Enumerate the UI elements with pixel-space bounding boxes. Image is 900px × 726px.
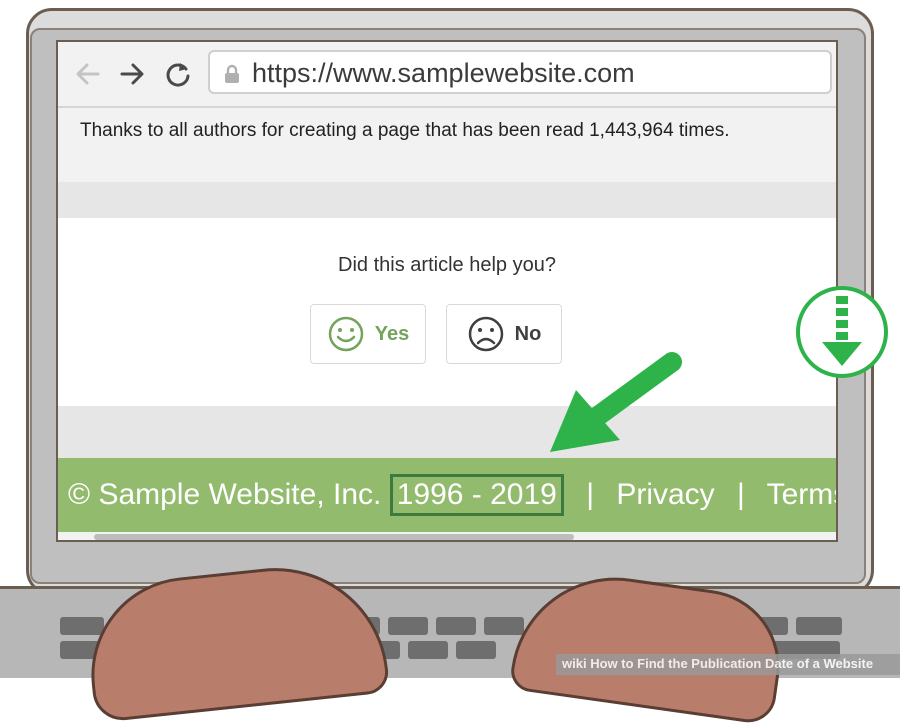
- address-bar[interactable]: https://www.samplewebsite.com: [208, 50, 832, 94]
- back-button[interactable]: [70, 56, 106, 92]
- reload-icon: [166, 63, 190, 87]
- yes-label: Yes: [374, 322, 410, 345]
- footer-separator: |: [586, 478, 594, 511]
- smiley-icon: [328, 316, 363, 352]
- keyboard-key: [408, 641, 448, 659]
- keyboard-key: [796, 617, 842, 635]
- scroll-down-icon: [796, 286, 888, 378]
- caption-text: wiki How to Find the Publication Date of…: [562, 656, 873, 671]
- url-text[interactable]: https://www.samplewebsite.com: [252, 58, 635, 88]
- forward-button[interactable]: [114, 56, 150, 92]
- feedback-question: Did this article help you?: [338, 254, 556, 276]
- keyboard-key: [388, 617, 428, 635]
- caption-brand: wiki: [562, 656, 587, 671]
- keyboard-key: [456, 641, 496, 659]
- caption-title: How to Find the Publication Date of a We…: [590, 656, 874, 671]
- footer-separator: |: [737, 478, 745, 511]
- caption-bar: wiki How to Find the Publication Date of…: [556, 654, 900, 675]
- back-arrow-icon: [76, 63, 100, 85]
- keyboard-key: [436, 617, 476, 635]
- scrollbar-thumb[interactable]: [94, 534, 574, 540]
- footer-line: © Sample Website, Inc. 1996 - 2019 | Pri…: [68, 474, 836, 516]
- browser-window: https://www.samplewebsite.com Thanks to …: [56, 40, 838, 542]
- footer-copyright: © Sample Website, Inc.: [68, 478, 382, 511]
- no-button[interactable]: No: [446, 304, 562, 364]
- browser-toolbar: https://www.samplewebsite.com: [58, 42, 836, 108]
- pointer-arrow-icon: [550, 352, 682, 452]
- no-label: No: [514, 322, 542, 345]
- section-divider: [58, 406, 836, 458]
- yes-button[interactable]: Yes: [310, 304, 426, 364]
- section-divider: [58, 182, 836, 218]
- footer-years-highlight: 1996 - 2019: [389, 474, 564, 516]
- forward-arrow-icon: [120, 63, 144, 85]
- frown-icon: [468, 316, 503, 352]
- site-footer: © Sample Website, Inc. 1996 - 2019 | Pri…: [58, 458, 836, 532]
- reload-button[interactable]: [160, 56, 196, 92]
- read-count-text: Thanks to all authors for creating a pag…: [80, 120, 730, 141]
- terms-link[interactable]: Terms: [767, 478, 836, 511]
- feedback-card: Did this article help you? Yes No: [58, 218, 836, 406]
- privacy-link[interactable]: Privacy: [616, 478, 714, 511]
- keyboard-key: [484, 617, 524, 635]
- horizontal-scrollbar[interactable]: [58, 532, 836, 540]
- lock-icon: [225, 64, 239, 83]
- keyboard-key: [60, 617, 104, 635]
